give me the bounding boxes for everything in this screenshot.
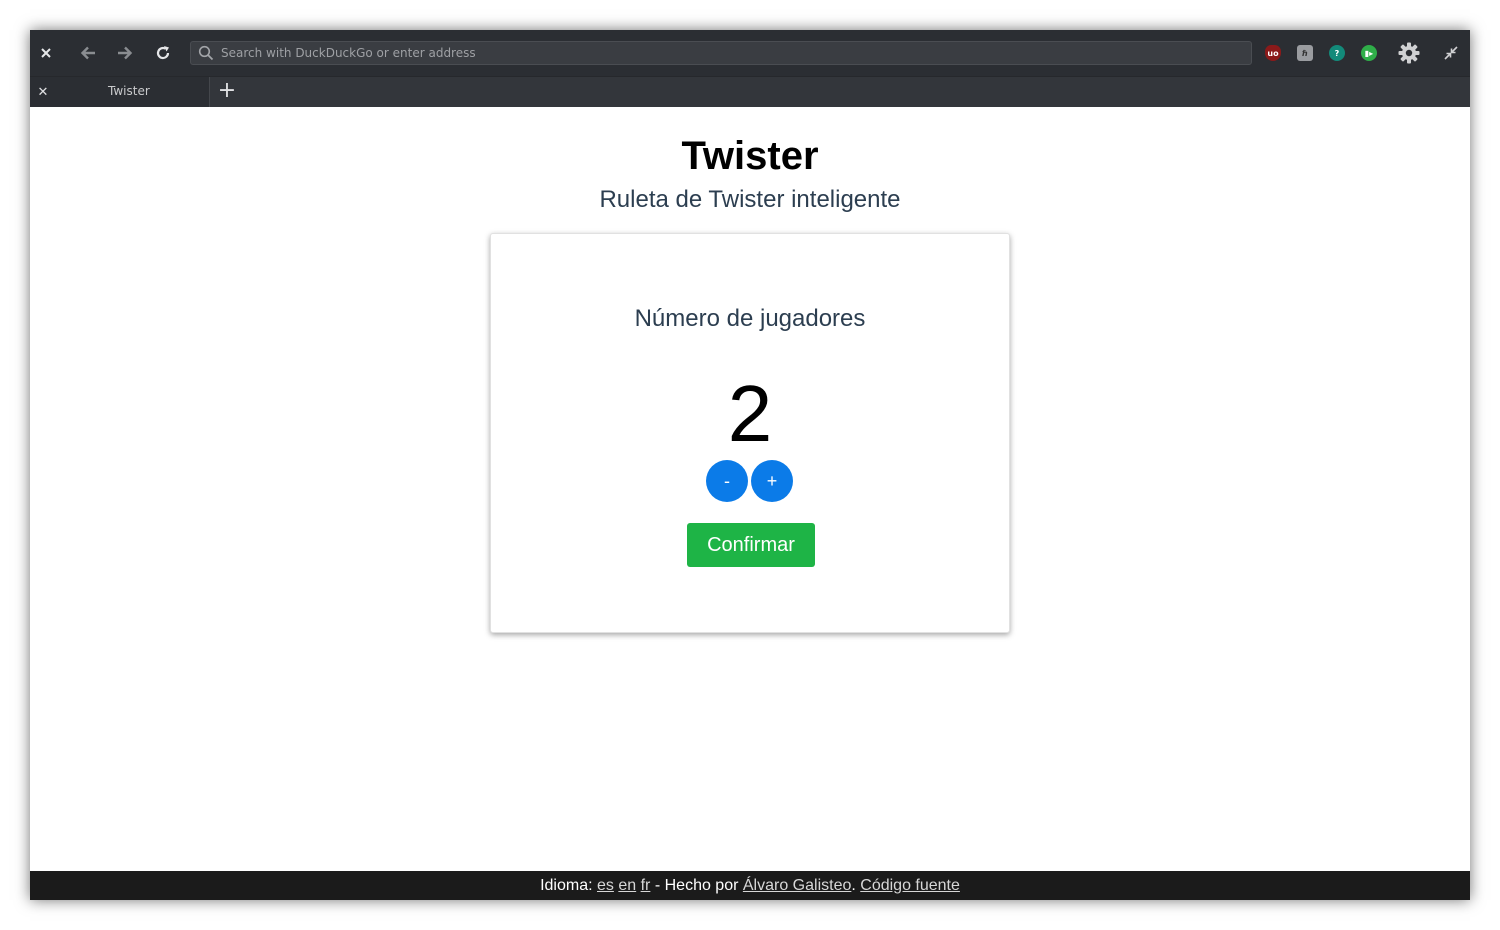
back-arrow-icon [80,46,95,60]
language-label: Idioma: [540,876,597,894]
close-icon[interactable]: ✕ [36,83,50,101]
language-link-fr[interactable]: fr [641,877,651,895]
tab-twister[interactable]: ✕ Twister [30,77,210,107]
browser-window: uo ℏ ? ▮▸ [30,30,1470,900]
back-button[interactable] [76,41,100,65]
new-tab-button[interactable]: + [216,80,238,103]
extension-h-icon[interactable]: ℏ [1297,45,1313,61]
forward-button[interactable] [113,41,137,65]
language-link-es[interactable]: es [597,877,614,895]
exit-fullscreen-button[interactable] [1439,41,1463,65]
footer-separator: . [851,876,861,894]
made-by-text: - Hecho por [650,876,743,894]
address-bar[interactable] [190,41,1252,65]
source-code-link[interactable]: Código fuente [860,877,960,895]
url-input[interactable] [218,43,1251,63]
settings-button[interactable] [1397,41,1421,65]
page-subtitle: Ruleta de Twister inteligente [599,186,901,213]
browser-toolbar: uo ℏ ? ▮▸ [30,30,1470,76]
forward-arrow-icon [118,46,133,60]
close-icon [41,48,51,58]
page-content: Twister Ruleta de Twister inteligente Nú… [30,107,1470,871]
increment-button[interactable]: + [751,460,793,502]
author-link[interactable]: Álvaro Galisteo [743,877,852,895]
extension-green-icon[interactable]: ▮▸ [1361,45,1377,61]
page-title: Twister [681,134,819,178]
language-link-en[interactable]: en [618,877,636,895]
reload-icon [156,46,170,60]
ublock-icon[interactable]: uo [1265,45,1281,61]
confirm-button[interactable]: Confirmar [687,523,815,567]
players-card: Número de jugadores 2 - + Confirmar [490,233,1010,633]
tab-bar: ✕ Twister + [30,76,1470,107]
decrement-button[interactable]: - [706,460,748,502]
extension-help-icon[interactable]: ? [1329,45,1345,61]
players-label: Número de jugadores [634,305,866,332]
tab-title: Twister [108,84,150,98]
reload-button[interactable] [151,41,175,65]
page-footer: Idioma: es en fr - Hecho por Álvaro Gali… [30,871,1470,900]
gear-icon [1398,42,1420,64]
exit-fullscreen-icon [1444,46,1458,60]
close-window-button[interactable] [34,41,58,65]
player-count: 2 [727,369,773,458]
search-icon [194,42,218,64]
